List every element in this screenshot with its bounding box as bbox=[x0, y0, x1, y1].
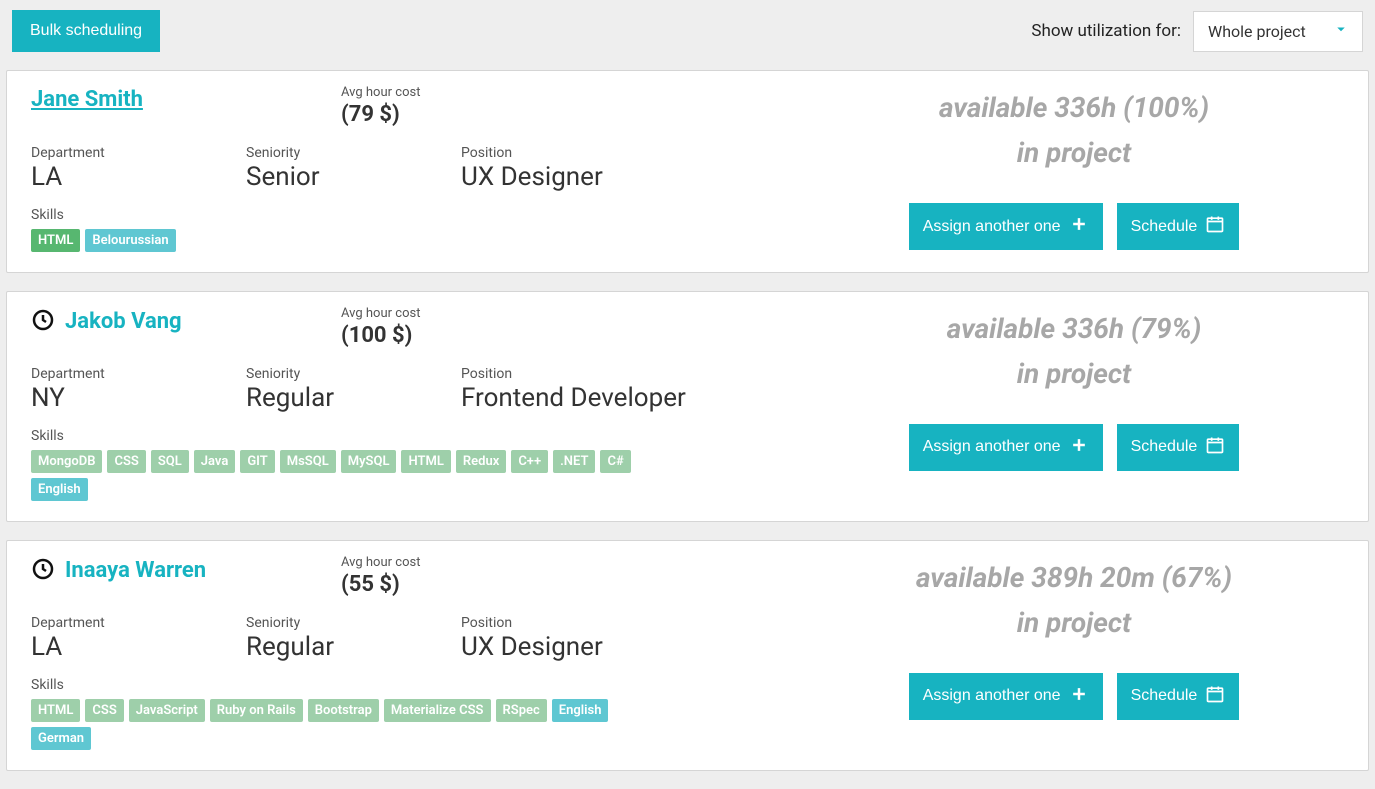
assign-another-button[interactable]: Assign another one bbox=[909, 673, 1103, 720]
utilization-select-value: Whole project bbox=[1208, 22, 1306, 41]
availability-text: available 336h (100%) bbox=[939, 91, 1209, 124]
utilization-select[interactable]: Whole project bbox=[1193, 11, 1363, 52]
skills-label: Skills bbox=[31, 207, 804, 223]
utilization-filter: Show utilization for: Whole project bbox=[1031, 11, 1363, 52]
position-value: UX Designer bbox=[461, 163, 804, 193]
topbar: Bulk scheduling Show utilization for: Wh… bbox=[0, 0, 1375, 70]
seniority-label: Seniority bbox=[246, 145, 461, 161]
plus-icon bbox=[1069, 684, 1089, 709]
skill-tag: JavaScript bbox=[129, 699, 205, 722]
clock-icon bbox=[31, 308, 55, 336]
skill-tag: HTML bbox=[31, 229, 80, 252]
department-value: LA bbox=[31, 633, 246, 663]
department-value: LA bbox=[31, 163, 246, 193]
department-label: Department bbox=[31, 366, 246, 382]
skills-list: MongoDBCSSSQLJavaGITMsSQLMySQLHTMLReduxC… bbox=[31, 450, 651, 501]
person-name-link[interactable]: Inaaya Warren bbox=[65, 558, 206, 583]
person-card: Inaaya Warren Avg hour cost (55 $) Depar… bbox=[6, 540, 1369, 771]
seniority-value: Senior bbox=[246, 163, 461, 193]
schedule-label: Schedule bbox=[1131, 438, 1198, 456]
avg-cost-value: (79 $) bbox=[341, 102, 420, 127]
skill-tag: Redux bbox=[456, 450, 506, 473]
skills-label: Skills bbox=[31, 677, 804, 693]
skill-tag: Ruby on Rails bbox=[210, 699, 303, 722]
in-project-text: in project bbox=[1017, 606, 1132, 639]
in-project-text: in project bbox=[1017, 357, 1132, 390]
avg-cost-label: Avg hour cost bbox=[341, 555, 420, 570]
utilization-label: Show utilization for: bbox=[1031, 21, 1181, 41]
chevron-down-icon bbox=[1332, 20, 1350, 42]
department-value: NY bbox=[31, 384, 246, 414]
skill-tag: C++ bbox=[511, 450, 548, 473]
skill-tag: HTML bbox=[401, 450, 450, 473]
in-project-text: in project bbox=[1017, 136, 1132, 169]
skill-tag: MsSQL bbox=[280, 450, 336, 473]
avg-cost-label: Avg hour cost bbox=[341, 306, 420, 321]
person-card: Jane Smith Avg hour cost (79 $) Departme… bbox=[6, 70, 1369, 273]
seniority-value: Regular bbox=[246, 633, 461, 663]
bulk-scheduling-button[interactable]: Bulk scheduling bbox=[12, 10, 160, 52]
skills-label: Skills bbox=[31, 428, 804, 444]
position-label: Position bbox=[461, 615, 804, 631]
calendar-icon bbox=[1205, 684, 1225, 709]
seniority-label: Seniority bbox=[246, 615, 461, 631]
plus-icon bbox=[1069, 214, 1089, 239]
calendar-icon bbox=[1205, 214, 1225, 239]
position-label: Position bbox=[461, 366, 804, 382]
person-name-link[interactable]: Jakob Vang bbox=[65, 309, 182, 334]
person-name-link[interactable]: Jane Smith bbox=[31, 87, 143, 112]
skill-tag: SQL bbox=[151, 450, 189, 473]
skill-tag: Java bbox=[194, 450, 236, 473]
schedule-label: Schedule bbox=[1131, 687, 1198, 705]
position-value: Frontend Developer bbox=[461, 384, 804, 414]
skill-tag: Materialize CSS bbox=[384, 699, 491, 722]
skill-tag: English bbox=[31, 478, 88, 501]
department-label: Department bbox=[31, 615, 246, 631]
skill-tag: MySQL bbox=[341, 450, 397, 473]
person-card: Jakob Vang Avg hour cost (100 $) Departm… bbox=[6, 291, 1369, 522]
skill-tag: GIT bbox=[240, 450, 274, 473]
schedule-button[interactable]: Schedule bbox=[1117, 424, 1240, 471]
avg-cost-label: Avg hour cost bbox=[341, 85, 420, 100]
assign-another-button[interactable]: Assign another one bbox=[909, 424, 1103, 471]
skill-tag: RSpec bbox=[496, 699, 547, 722]
schedule-button[interactable]: Schedule bbox=[1117, 203, 1240, 250]
availability-text: available 336h (79%) bbox=[947, 312, 1201, 345]
skill-tag: .NET bbox=[553, 450, 595, 473]
assign-another-label: Assign another one bbox=[923, 218, 1061, 236]
department-label: Department bbox=[31, 145, 246, 161]
skill-tag: German bbox=[31, 727, 91, 750]
assign-another-label: Assign another one bbox=[923, 687, 1061, 705]
skill-tag: C# bbox=[600, 450, 630, 473]
plus-icon bbox=[1069, 435, 1089, 460]
seniority-label: Seniority bbox=[246, 366, 461, 382]
availability-text: available 389h 20m (67%) bbox=[916, 561, 1232, 594]
skill-tag: HTML bbox=[31, 699, 80, 722]
skills-list: HTMLBelourussian bbox=[31, 229, 651, 252]
skill-tag: MongoDB bbox=[31, 450, 102, 473]
position-value: UX Designer bbox=[461, 633, 804, 663]
skill-tag: CSS bbox=[107, 450, 145, 473]
assign-another-label: Assign another one bbox=[923, 438, 1061, 456]
clock-icon bbox=[31, 557, 55, 585]
skill-tag: English bbox=[552, 699, 609, 722]
calendar-icon bbox=[1205, 435, 1225, 460]
skill-tag: Belourussian bbox=[85, 229, 175, 252]
assign-another-button[interactable]: Assign another one bbox=[909, 203, 1103, 250]
avg-cost-value: (100 $) bbox=[341, 323, 420, 348]
skill-tag: Bootstrap bbox=[308, 699, 379, 722]
skill-tag: CSS bbox=[85, 699, 123, 722]
position-label: Position bbox=[461, 145, 804, 161]
skills-list: HTMLCSS JavaScriptRuby on RailsBootstrapM… bbox=[31, 699, 651, 750]
schedule-button[interactable]: Schedule bbox=[1117, 673, 1240, 720]
avg-cost-value: (55 $) bbox=[341, 572, 420, 597]
schedule-label: Schedule bbox=[1131, 218, 1198, 236]
seniority-value: Regular bbox=[246, 384, 461, 414]
